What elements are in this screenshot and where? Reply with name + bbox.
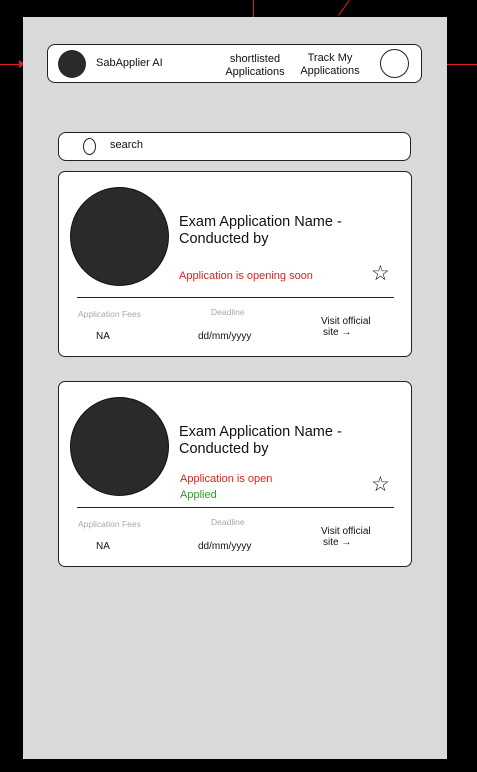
logo-icon	[58, 50, 86, 78]
star-icon[interactable]: ☆	[371, 263, 390, 284]
connector-line-top-left	[253, 0, 254, 17]
fees-label: Application Fees	[78, 309, 141, 319]
fees-value: NA	[96, 331, 110, 342]
exam-title-line1: Exam Application Name -	[179, 214, 342, 230]
card-divider	[77, 297, 394, 298]
fees-value: NA	[96, 541, 110, 552]
search-bar[interactable]: search	[58, 132, 411, 161]
applied-badge: Applied	[180, 489, 217, 501]
nav-link-track[interactable]: Track My Applications	[298, 52, 362, 78]
visit-official-site-link[interactable]: Visit official site →	[321, 316, 371, 338]
exam-title: Exam Application Name - Conducted by	[179, 214, 379, 248]
deadline-value: dd/mm/yyyy	[198, 541, 252, 552]
nav-link-track-line2: Applications	[300, 65, 360, 77]
visit-link-line2: site →	[323, 537, 352, 548]
visit-link-line2: site →	[323, 327, 352, 338]
exam-card[interactable]: Exam Application Name - Conducted by App…	[58, 171, 412, 357]
deadline-label: Deadline	[211, 517, 245, 527]
nav-link-shortlisted[interactable]: shortlisted Applications	[224, 53, 286, 79]
deadline-label: Deadline	[211, 307, 245, 317]
visit-link-line1: Visit official	[321, 316, 371, 327]
search-icon	[83, 138, 96, 155]
exam-card[interactable]: Exam Application Name - Conducted by App…	[58, 381, 412, 567]
top-navbar: SabApplier AI shortlisted Applications T…	[47, 44, 422, 83]
application-status: Application is open	[180, 473, 273, 485]
brand-name: SabApplier AI	[96, 57, 163, 69]
card-divider	[77, 507, 394, 508]
nav-link-shortlisted-line2: Applications	[225, 66, 285, 78]
exam-logo-image	[70, 397, 169, 496]
exam-logo-image	[70, 187, 169, 286]
fees-label: Application Fees	[78, 519, 141, 529]
nav-link-shortlisted-line1: shortlisted	[229, 53, 281, 65]
connector-line-left	[0, 64, 20, 65]
nav-link-track-line1: Track My	[307, 52, 353, 64]
profile-avatar-button[interactable]	[380, 49, 409, 78]
search-input[interactable]: search	[110, 139, 143, 151]
star-icon[interactable]: ☆	[371, 474, 390, 495]
application-status: Application is opening soon	[179, 270, 313, 282]
exam-title-line2: Conducted by	[179, 231, 269, 247]
visit-link-line1: Visit official	[321, 526, 371, 537]
connector-line-top-right	[338, 0, 350, 16]
exam-title-line1: Exam Application Name -	[179, 424, 342, 440]
deadline-value: dd/mm/yyyy	[198, 331, 252, 342]
exam-title: Exam Application Name - Conducted by	[179, 424, 379, 458]
exam-title-line2: Conducted by	[179, 441, 269, 457]
visit-official-site-link[interactable]: Visit official site →	[321, 526, 371, 548]
